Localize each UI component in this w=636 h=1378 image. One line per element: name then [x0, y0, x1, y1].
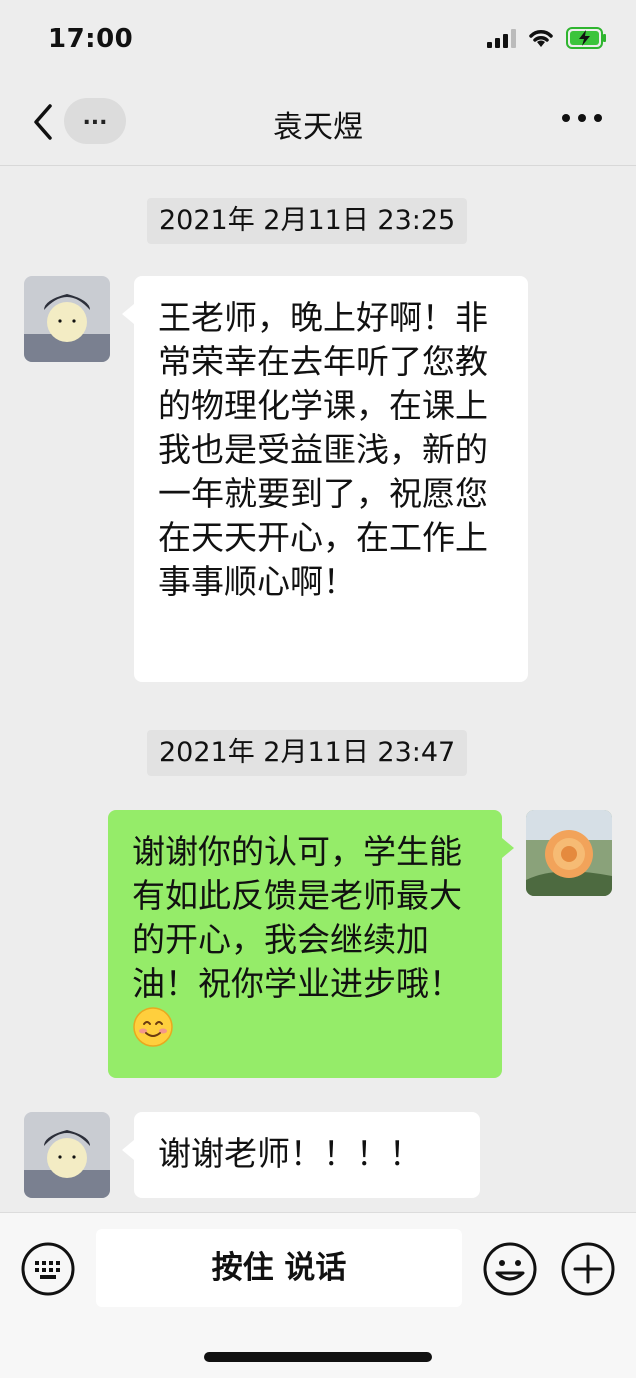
chat-screen: 17:00 ... 袁天煜 2021年 2月11日 23:25 王老师，晚上好啊… [0, 0, 636, 1378]
wifi-icon [529, 30, 553, 47]
status-bar: 17:00 [0, 0, 636, 80]
battery-charging-icon [566, 27, 606, 49]
status-icons [487, 26, 608, 50]
nav-bar: ... 袁天煜 [0, 80, 636, 166]
received-message-bubble[interactable]: 谢谢老师！！！！ [122, 1112, 480, 1198]
emoji-icon[interactable] [482, 1241, 538, 1297]
sent-message-bubble[interactable]: 谢谢你的认可，学生能有如此反馈是老师最大的开心，我会继续加油！祝你学业进步哦！ [108, 810, 514, 1078]
home-indicator[interactable] [204, 1352, 432, 1362]
status-time: 17:00 [48, 24, 134, 54]
message-timestamp: 2021年 2月11日 23:47 [147, 730, 468, 776]
message-timestamp: 2021年 2月11日 23:25 [147, 198, 468, 244]
message-text: 谢谢你的认可，学生能有如此反馈是老师最大的开心，我会继续加油！祝你学业进步哦！ [132, 832, 462, 1003]
chat-title: 袁天煜 [273, 110, 363, 145]
contact-avatar[interactable] [24, 276, 110, 362]
my-avatar[interactable] [526, 810, 612, 896]
message-text: 谢谢老师！！！！ [158, 1134, 422, 1173]
more-icon[interactable] [562, 114, 602, 122]
hold-to-talk-button[interactable]: 按住 说话 [96, 1229, 462, 1307]
contact-avatar[interactable] [24, 1112, 110, 1198]
signal-icon [487, 28, 516, 48]
plus-icon[interactable] [560, 1241, 616, 1297]
smile-emoji-icon [133, 1007, 173, 1047]
keyboard-icon[interactable] [20, 1241, 76, 1297]
received-message-bubble[interactable]: 王老师，晚上好啊！非常荣幸在去年听了您教的物理化学课，在课上我也是受益匪浅，新的… [122, 276, 528, 682]
message-text: 王老师，晚上好啊！非常荣幸在去年听了您教的物理化学课，在课上我也是受益匪浅，新的… [158, 298, 488, 601]
